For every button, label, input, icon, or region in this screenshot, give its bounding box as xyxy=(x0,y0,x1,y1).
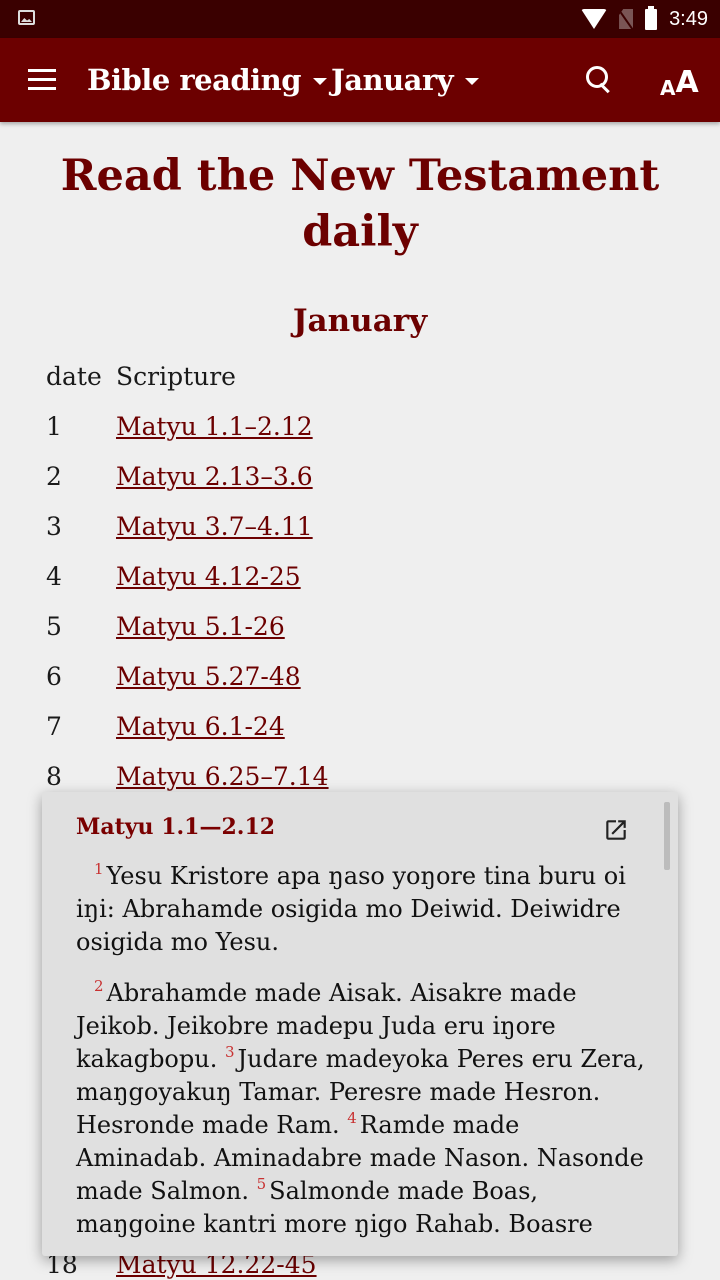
row-date: 7 xyxy=(46,711,62,741)
scripture-popup[interactable]: Matyu 1.1—2.12 1 Yesu Kristore apa ŋaso y… xyxy=(42,792,678,1256)
popup-title: Matyu 1.1—2.12 xyxy=(76,814,276,840)
open-in-new-icon[interactable] xyxy=(603,817,629,843)
row-date: 1 xyxy=(46,411,62,441)
header-date: date xyxy=(46,361,102,391)
popup-body: 1 Yesu Kristore apa ŋaso yoŋore tina buru… xyxy=(76,860,646,1256)
table-header-row: date Scripture xyxy=(46,351,329,401)
reading-table: date Scripture 1 Matyu 1.1–2.12 2 Matyu 2.… xyxy=(46,351,329,801)
table-row: 7 Matyu 6.1-24 xyxy=(46,701,329,751)
scripture-link[interactable]: Matyu 3.7–4.11 xyxy=(116,512,313,541)
app-bar: Bible reading January AA xyxy=(0,38,720,122)
month-dropdown-label: January xyxy=(331,63,454,97)
row-date: 6 xyxy=(46,661,62,691)
image-notification-icon xyxy=(18,10,35,25)
scripture-link[interactable]: Matyu 1.1–2.12 xyxy=(116,412,313,441)
table-row: 2 Matyu 2.13–3.6 xyxy=(46,451,329,501)
scripture-link[interactable]: Matyu 6.25–7.14 xyxy=(116,762,329,791)
verse-number: 2 xyxy=(94,977,104,995)
content: Read the New Testament daily January dat… xyxy=(0,122,720,801)
book-dropdown[interactable]: Bible reading xyxy=(87,60,328,100)
verse-text: Yesu Kristore apa ŋaso yoŋore tina buru … xyxy=(76,862,626,956)
table-row: 4 Matyu 4.12-25 xyxy=(46,551,329,601)
table-row: 1 Matyu 1.1–2.12 xyxy=(46,401,329,451)
font-size-icon[interactable]: AA xyxy=(660,64,699,99)
row-date: 3 xyxy=(46,511,62,541)
header-scripture: Scripture xyxy=(116,361,236,391)
hamburger-menu-icon[interactable] xyxy=(28,69,56,91)
table-row: 5 Matyu 5.1-26 xyxy=(46,601,329,651)
month-heading: January xyxy=(292,303,428,339)
verse-number: 1 xyxy=(94,860,104,878)
battery-icon xyxy=(645,5,658,30)
no-sim-icon xyxy=(619,9,634,29)
caret-down-icon xyxy=(465,77,480,85)
scripture-link[interactable]: Matyu 6.1-24 xyxy=(116,712,285,741)
scripture-link[interactable]: Matyu 4.12-25 xyxy=(116,562,301,591)
book-dropdown-label: Bible reading xyxy=(87,63,302,97)
status-clock: 3:49 xyxy=(669,7,708,30)
verse-number: 4 xyxy=(347,1109,357,1127)
verse-number: 3 xyxy=(224,1043,235,1061)
status-bar: 3:49 xyxy=(0,0,720,38)
verse-paragraph: 2 Abrahamde made Aisak. Aisakre made Jeik… xyxy=(76,977,646,1241)
wifi-icon xyxy=(581,9,608,29)
row-date: 2 xyxy=(46,461,62,491)
page-title: Read the New Testament daily xyxy=(60,151,660,257)
month-dropdown[interactable]: January xyxy=(331,60,480,100)
row-date: 4 xyxy=(46,561,62,591)
table-row: 6 Matyu 5.27-48 xyxy=(46,651,329,701)
scripture-link[interactable]: Matyu 5.1-26 xyxy=(116,612,285,641)
search-icon[interactable] xyxy=(584,64,616,96)
scripture-link[interactable]: Matyu 5.27-48 xyxy=(116,662,301,691)
row-date: 5 xyxy=(46,611,62,641)
popup-scrollbar[interactable] xyxy=(664,802,670,870)
table-row: 3 Matyu 3.7–4.11 xyxy=(46,501,329,551)
verse-number: 5 xyxy=(256,1175,267,1193)
caret-down-icon xyxy=(313,77,328,85)
verse-paragraph: 1 Yesu Kristore apa ŋaso yoŋore tina buru… xyxy=(76,860,646,959)
scripture-link[interactable]: Matyu 2.13–3.6 xyxy=(116,462,313,491)
